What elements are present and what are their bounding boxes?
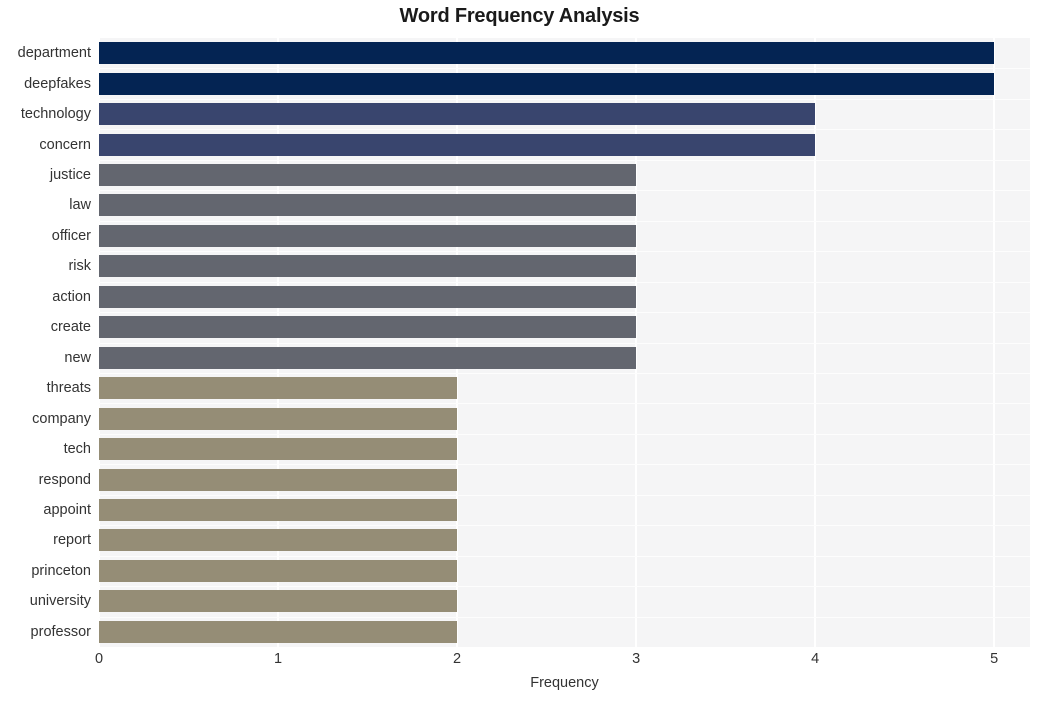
- bar: [99, 255, 637, 278]
- y-axis-label: justice: [49, 167, 91, 184]
- gridline-horizontal: [99, 68, 1030, 69]
- x-axis-tick-label: 0: [94, 651, 104, 667]
- y-axis-label: law: [69, 197, 91, 214]
- bar: [99, 72, 995, 95]
- y-axis-label: officer: [51, 227, 91, 244]
- y-axis-label: university: [29, 593, 91, 610]
- bar: [99, 407, 458, 430]
- gridline-horizontal: [99, 282, 1030, 283]
- bar: [99, 438, 458, 461]
- gridline-horizontal: [99, 312, 1030, 313]
- y-axis-label: respond: [38, 471, 91, 488]
- gridline-horizontal: [99, 251, 1030, 252]
- y-axis-label: appoint: [43, 501, 91, 518]
- gridline-horizontal: [99, 99, 1030, 100]
- gridline-horizontal: [99, 556, 1030, 557]
- bar: [99, 498, 458, 521]
- gridline-horizontal: [99, 129, 1030, 130]
- gridline-horizontal: [99, 617, 1030, 618]
- x-axis-tick-label: 3: [632, 651, 641, 667]
- bar: [99, 285, 637, 308]
- gridline-horizontal: [99, 343, 1030, 344]
- gridline-horizontal: [99, 160, 1030, 161]
- y-axis-label: deepfakes: [24, 75, 91, 92]
- bar: [99, 559, 458, 582]
- x-axis-tick-label: 4: [811, 651, 820, 667]
- x-axis-title: Frequency: [530, 675, 599, 691]
- y-axis-label: technology: [20, 106, 91, 123]
- y-axis-label: tech: [63, 441, 91, 458]
- bar: [99, 346, 637, 369]
- x-axis-tick-label: 5: [990, 651, 999, 667]
- gridline-horizontal: [99, 221, 1030, 222]
- bar: [99, 133, 816, 156]
- x-axis-tick-label: 1: [273, 651, 283, 667]
- gridline-horizontal: [99, 190, 1030, 191]
- y-axis-label: new: [64, 349, 91, 366]
- bar: [99, 620, 458, 643]
- y-axis-label: concern: [39, 136, 91, 153]
- bar: [99, 377, 458, 400]
- bar: [99, 529, 458, 552]
- word-frequency-chart: Word Frequency Analysis department deepfa…: [0, 0, 1039, 701]
- gridline-horizontal: [99, 403, 1030, 404]
- y-axis-label: company: [32, 410, 91, 427]
- y-axis-label: threats: [46, 380, 91, 397]
- bar: [99, 42, 995, 65]
- gridline-horizontal: [99, 373, 1030, 374]
- y-axis-label: risk: [68, 258, 91, 275]
- y-axis-label: create: [50, 319, 91, 336]
- y-axis-label: princeton: [31, 562, 91, 579]
- bar: [99, 194, 637, 217]
- y-axis-label: professor: [30, 623, 91, 640]
- bar: [99, 164, 637, 187]
- bar: [99, 590, 458, 613]
- y-axis-label: action: [52, 288, 91, 305]
- bar: [99, 468, 458, 491]
- bar: [99, 103, 816, 126]
- bar: [99, 224, 637, 247]
- gridline-horizontal: [99, 434, 1030, 435]
- x-axis-tick-label: 2: [453, 651, 462, 667]
- gridline-horizontal: [99, 495, 1030, 496]
- gridline-horizontal: [99, 464, 1030, 465]
- gridline-horizontal: [99, 525, 1030, 526]
- chart-title: Word Frequency Analysis: [399, 5, 640, 27]
- y-axis-label: department: [17, 45, 91, 62]
- bar: [99, 316, 637, 339]
- gridline-horizontal: [99, 586, 1030, 587]
- plot-area: [99, 38, 1030, 647]
- y-axis-label: report: [53, 532, 91, 549]
